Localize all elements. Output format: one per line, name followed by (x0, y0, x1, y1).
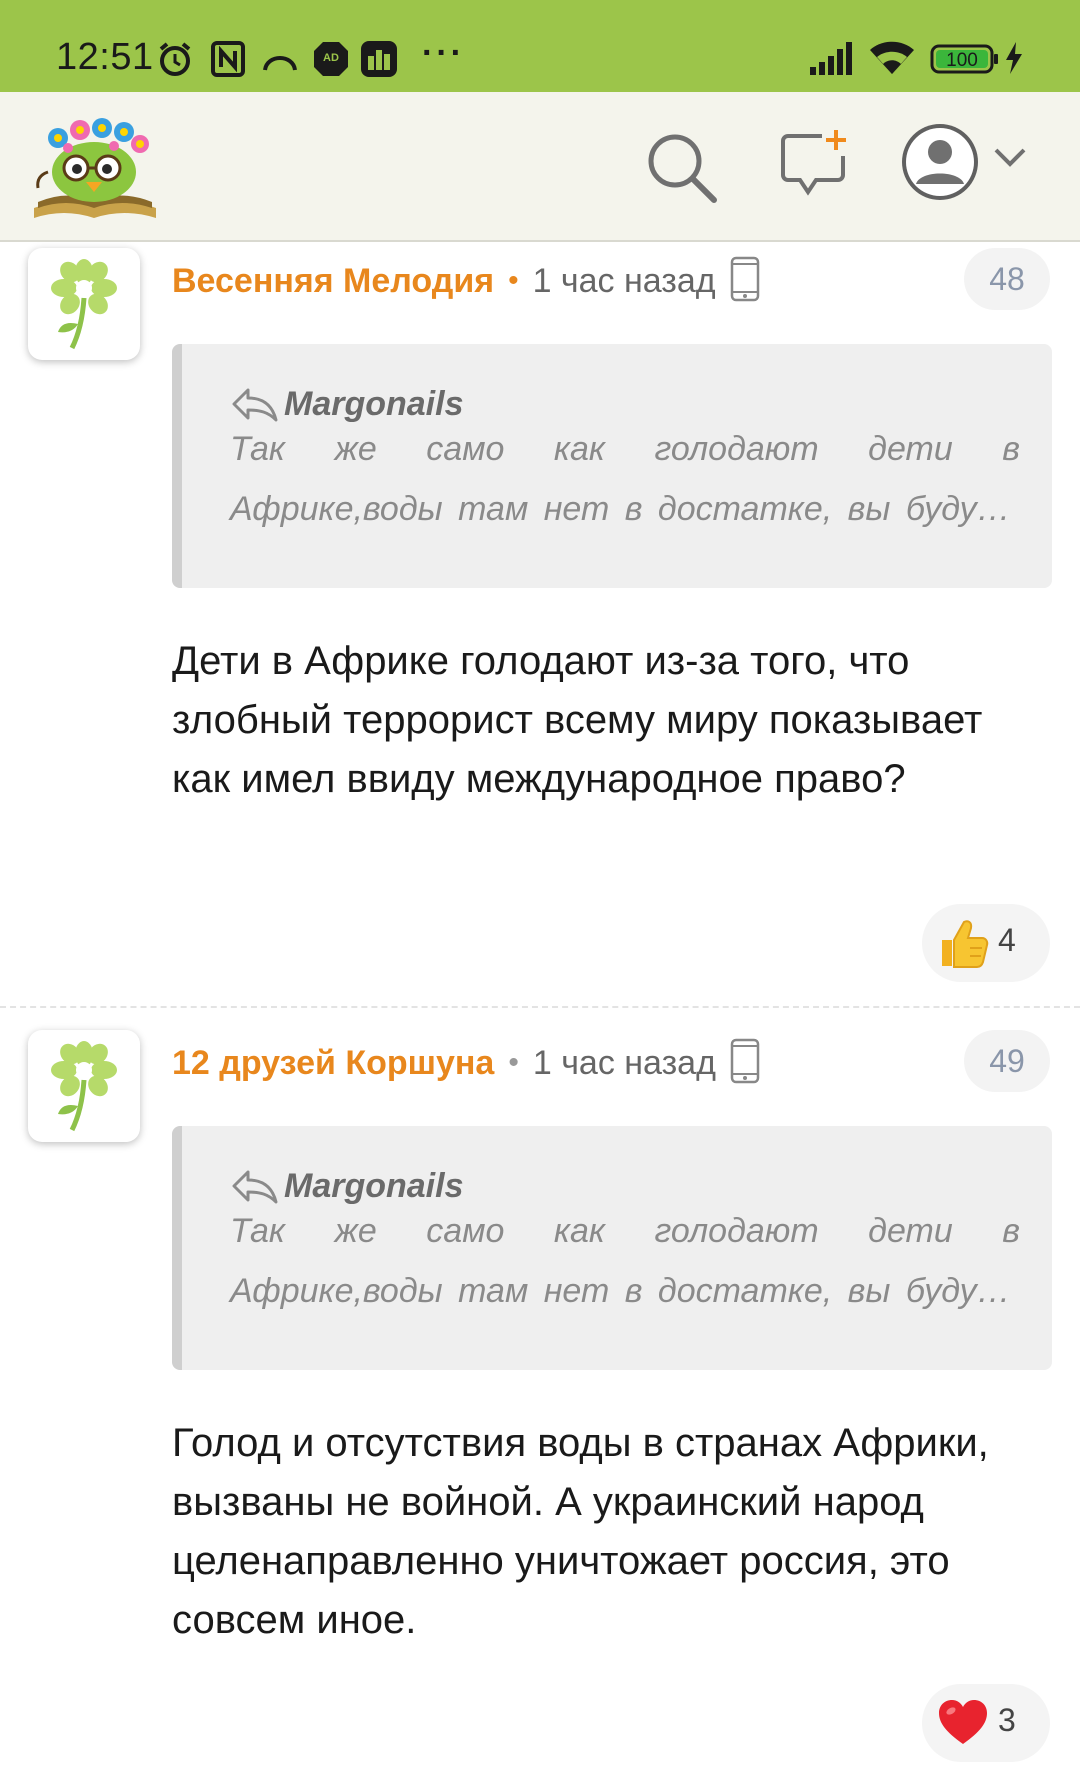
comment-meta: Весенняя Мелодия • 1 час назад (172, 256, 760, 306)
quote-author: Margonails (230, 1166, 463, 1206)
app-header (0, 92, 1080, 242)
comment-time: 1 час назад (532, 261, 716, 300)
battery-level: 100 (946, 50, 978, 71)
comment-text: Дети в Африке голодают из-за того, что з… (172, 639, 983, 801)
comment-number-badge[interactable]: 49 (964, 1030, 1050, 1092)
wifi-icon (868, 40, 916, 81)
cast-icon (262, 46, 298, 77)
phone-icon (730, 256, 760, 307)
quote-line-2: Африке,воды там нет в достатке, вы буду… (230, 490, 1011, 528)
battery-icon: 100 (930, 44, 1000, 79)
alarm-icon (156, 40, 194, 83)
profile-icon[interactable] (900, 122, 980, 207)
quote-author-name: Margonails (284, 1166, 464, 1205)
status-bar: 12:51 AD ··· 100 (0, 0, 1080, 92)
quote-line-2: Африке,воды там нет в достатке, вы буду… (230, 1272, 1011, 1310)
quote-author-name: Margonails (284, 384, 464, 423)
heart-icon (936, 1696, 990, 1755)
comment-author[interactable]: Весенняя Мелодия (172, 262, 494, 301)
app-icon (360, 40, 398, 83)
reaction-button[interactable]: 4 (922, 904, 1050, 982)
search-icon[interactable] (644, 130, 720, 211)
reply-arrow-icon (232, 388, 278, 422)
phone-icon (730, 1038, 760, 1089)
avatar[interactable] (28, 248, 140, 360)
quote-line-1: Так же само как голодают дети в (230, 1212, 1020, 1250)
quote-block[interactable]: Margonails Так же само как голодают дети… (172, 344, 1052, 588)
comment-text: Голод и отсутствия воды в странах Африки… (172, 1421, 989, 1642)
quote-block[interactable]: Margonails Так же само как голодают дети… (172, 1126, 1052, 1370)
new-message-icon[interactable] (778, 128, 850, 205)
signal-icon (808, 40, 856, 81)
status-time: 12:51 (56, 36, 154, 78)
chevron-down-icon[interactable] (992, 146, 1028, 175)
svg-text:AD: AD (323, 52, 339, 64)
avatar[interactable] (28, 1030, 140, 1142)
comment-meta: 12 друзей Коршуна • 1 час назад (172, 1038, 760, 1088)
quote-line-1: Так же само как голодают дети в (230, 430, 1020, 468)
adblock-icon: AD (312, 40, 350, 83)
reply-arrow-icon (232, 1170, 278, 1204)
reaction-count: 4 (998, 922, 1016, 958)
charging-icon (1004, 40, 1024, 81)
comment-author[interactable]: 12 друзей Коршуна (172, 1044, 494, 1083)
comment-time: 1 час назад (532, 1043, 716, 1082)
meta-separator: • (508, 264, 519, 297)
nfc-icon (210, 40, 246, 83)
comment-number-badge[interactable]: 48 (964, 248, 1050, 310)
reaction-button[interactable]: 3 (922, 1684, 1050, 1762)
logo[interactable] (30, 110, 160, 227)
reaction-count: 3 (998, 1702, 1016, 1738)
quote-author: Margonails (230, 384, 463, 424)
comment-divider (0, 1006, 1080, 1008)
thumbs-up-icon (936, 916, 990, 975)
more-dots-icon: ··· (422, 34, 465, 72)
meta-separator: • (508, 1046, 519, 1079)
